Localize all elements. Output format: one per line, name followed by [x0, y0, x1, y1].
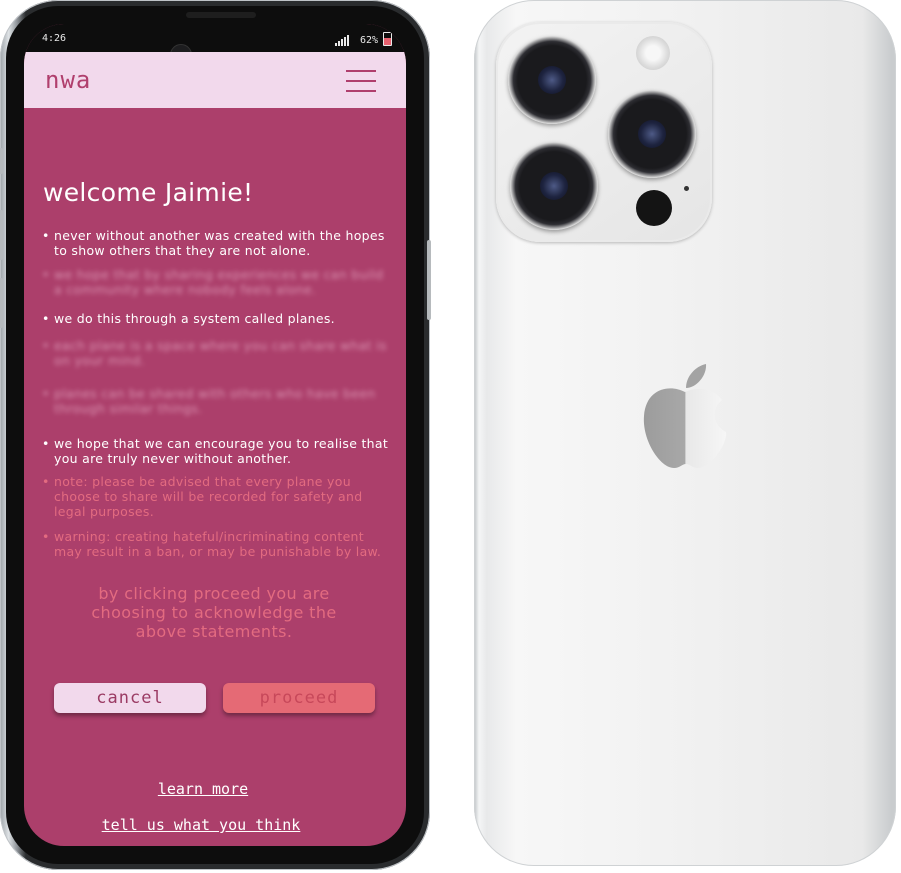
mute-switch [0, 148, 3, 174]
statement-item: we hope that we can encourage you to rea… [42, 436, 392, 466]
status-time: 4:26 [42, 33, 67, 44]
statement-item: we do this through a system called plane… [42, 311, 392, 326]
lidar-sensor [636, 190, 672, 226]
power-button [427, 240, 431, 320]
battery-percent: 62% [359, 35, 378, 46]
camera-lens [608, 90, 696, 178]
camera-lens [508, 36, 596, 124]
camera-module [496, 22, 712, 242]
rear-microphone [684, 186, 689, 191]
status-indicators: 62% [334, 32, 392, 46]
volume-up-button [0, 210, 3, 260]
statement-list: never without another was created with t… [42, 228, 392, 559]
acknowledge-text: by clicking proceed you are choosing to … [91, 584, 337, 641]
earpiece-speaker [186, 12, 256, 18]
cancel-button[interactable]: cancel [54, 683, 206, 713]
statement-item-obscured: we hope that by sharing experiences we c… [42, 267, 392, 297]
learn-more-link[interactable]: learn more [24, 780, 394, 798]
front-phone: 4:26 62% nwa welcome Jaimie! never witho… [0, 0, 431, 870]
statement-item: never without another was created with t… [42, 228, 392, 258]
volume-down-button [0, 278, 3, 328]
flash-icon [636, 36, 670, 70]
statement-item-obscured: planes can be shared with others who hav… [42, 386, 392, 416]
app-header: nwa [24, 52, 406, 108]
welcome-content: welcome Jaimie! never without another wa… [24, 108, 406, 846]
camera-lens [510, 142, 598, 230]
phone-screen: 4:26 62% nwa welcome Jaimie! never witho… [24, 24, 406, 846]
proceed-button[interactable]: proceed [223, 683, 375, 713]
back-phone [474, 0, 896, 866]
apple-logo-icon [643, 364, 727, 468]
warning-item: warning: creating hateful/incriminating … [42, 529, 392, 559]
note-item: note: please be advised that every plane… [42, 474, 392, 519]
signal-icon [334, 35, 349, 46]
app-logo[interactable]: nwa [45, 66, 91, 94]
welcome-title: welcome Jaimie! [43, 178, 254, 207]
battery-icon [383, 32, 392, 46]
statement-item-obscured: each plane is a space where you can shar… [42, 338, 392, 368]
status-bar: 4:26 62% [24, 24, 406, 52]
hamburger-menu-icon[interactable] [346, 70, 376, 92]
feedback-link[interactable]: tell us what you think [24, 816, 392, 834]
